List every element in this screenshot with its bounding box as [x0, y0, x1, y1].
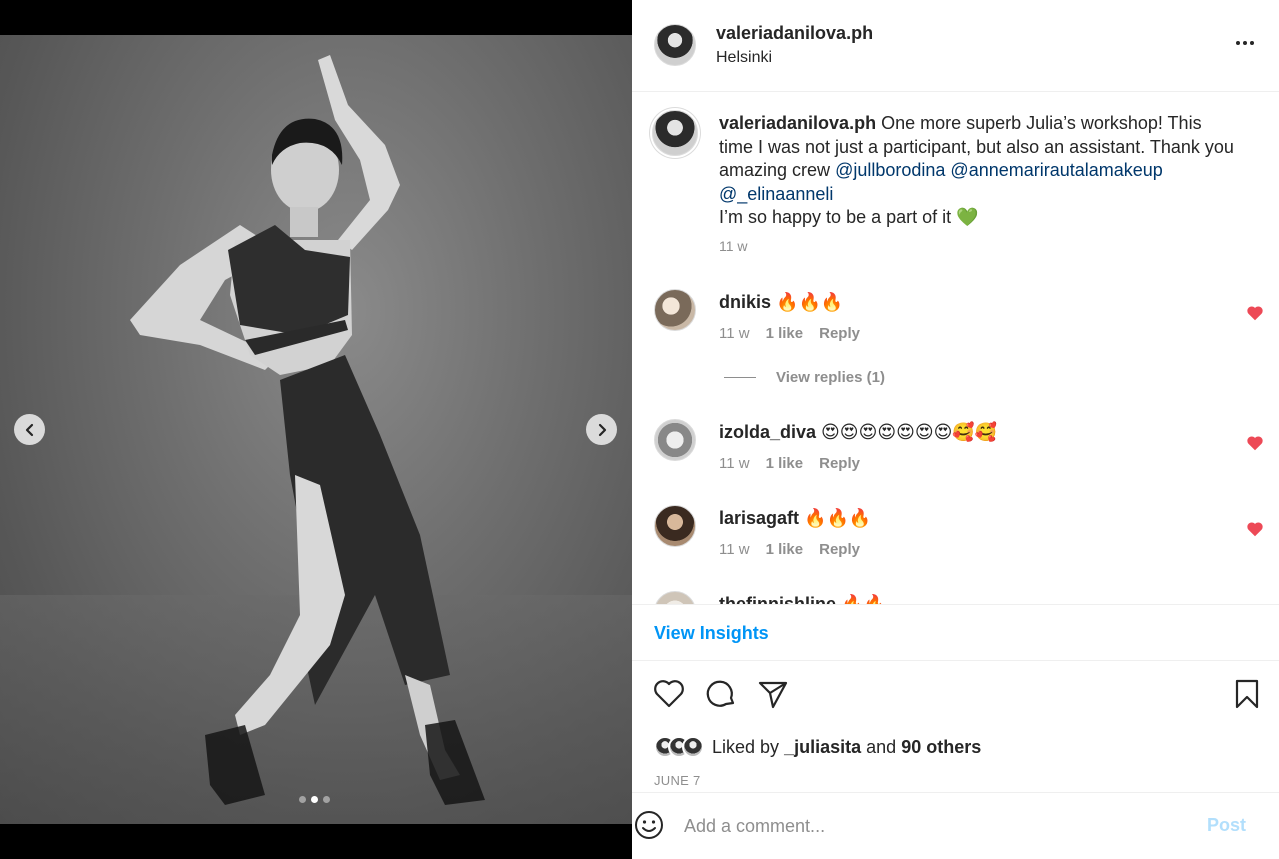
action-bar [632, 661, 1279, 729]
carousel-prev-button[interactable] [14, 414, 45, 445]
carousel-dot [299, 796, 306, 803]
liker-avatars [654, 736, 704, 758]
caption-text: valeriadanilova.ph One more superb Julia… [719, 112, 1239, 230]
comment-meta: 11 w 1 like Reply [719, 325, 860, 342]
view-insights-link[interactable]: View Insights [654, 623, 769, 644]
add-comment-bar: Post [632, 792, 1279, 859]
commenter-username[interactable]: izolda_diva [719, 422, 816, 442]
author-username[interactable]: valeriadanilova.ph [716, 23, 873, 44]
comment-text: 🔥🔥🔥 [804, 508, 872, 528]
comment-likes[interactable]: 1 like [766, 455, 804, 472]
mention-link[interactable]: @annemarirautalamakeup [950, 160, 1162, 180]
chevron-right-icon [598, 423, 606, 436]
comments-list[interactable]: valeriadanilova.ph One more superb Julia… [632, 92, 1279, 604]
comment-time[interactable]: 11 w [719, 455, 750, 472]
post-location[interactable]: Helsinki [716, 49, 772, 67]
mention-link[interactable]: @jullborodina [835, 160, 945, 180]
reply-button[interactable]: Reply [819, 541, 860, 558]
comment-item: thefinnishline 🔥🔥 [632, 591, 1279, 604]
carousel-dot [323, 796, 330, 803]
more-horizontal-icon [1236, 41, 1240, 45]
photo-figure [0, 55, 632, 824]
comment-likes[interactable]: 1 like [766, 325, 804, 342]
likes-others-link[interactable]: 90 others [901, 737, 981, 758]
media-panel [0, 0, 632, 859]
heart-outline-icon[interactable] [652, 677, 686, 711]
author-avatar[interactable] [654, 24, 696, 66]
view-replies-button[interactable]: View replies (1) [724, 369, 885, 386]
commenter-avatar[interactable] [654, 591, 696, 604]
reply-button[interactable]: Reply [819, 455, 860, 472]
likes-and: and [866, 736, 897, 757]
comment-icon[interactable] [704, 677, 738, 711]
insights-bar: View Insights [632, 604, 1279, 661]
commenter-avatar[interactable] [654, 505, 696, 547]
likes-summary: Liked by _juliasita and 90 others [654, 733, 981, 761]
commenter-username[interactable]: thefinnishline [719, 594, 836, 604]
comment-item: izolda_diva 😍😍😍😍😍😍😍🥰🥰 11 w 1 like Reply [632, 419, 1279, 489]
paper-plane-icon[interactable] [756, 677, 790, 711]
caption-timestamp[interactable]: 11 w [719, 238, 748, 254]
heart-filled-icon[interactable] [1246, 435, 1264, 451]
carousel-next-button[interactable] [586, 414, 617, 445]
post-date[interactable]: JUNE 7 [654, 773, 701, 788]
caption-username[interactable]: valeriadanilova.ph [719, 113, 876, 133]
commenter-username[interactable]: larisagaft [719, 508, 799, 528]
comment-item: dnikis 🔥🔥🔥 11 w 1 like Reply [632, 289, 1279, 359]
post-photo [0, 35, 632, 824]
comment-meta: 11 w 1 like Reply [719, 455, 860, 472]
commenter-username[interactable]: dnikis [719, 292, 771, 312]
liker-avatar [682, 736, 704, 758]
commenter-avatar[interactable] [654, 289, 696, 331]
caption-author-avatar[interactable] [652, 110, 698, 156]
comment-likes[interactable]: 1 like [766, 541, 804, 558]
post-header: valeriadanilova.ph Helsinki [632, 0, 1279, 92]
caption-body-2: I’m so happy to be a part of it 💚 [719, 207, 979, 227]
comment-item: larisagaft 🔥🔥🔥 11 w 1 like Reply [632, 505, 1279, 575]
likes-prefix: Liked by [712, 736, 780, 757]
reply-button[interactable]: Reply [819, 325, 860, 342]
chevron-left-icon [25, 423, 33, 436]
carousel-dot-active [311, 796, 318, 803]
carousel-indicator [299, 796, 330, 803]
comment-text: 🔥🔥 [841, 594, 886, 604]
comment-text: 😍😍😍😍😍😍😍🥰🥰 [821, 422, 998, 442]
comment-input[interactable] [684, 811, 1184, 841]
comment-time[interactable]: 11 w [719, 325, 750, 342]
post-comment-button[interactable]: Post [1207, 815, 1246, 836]
post-details-panel: valeriadanilova.ph Helsinki valeriadanil… [632, 0, 1279, 859]
more-options-button[interactable] [1232, 30, 1258, 56]
comment-time[interactable]: 11 w [719, 541, 750, 558]
liker-username[interactable]: _juliasita [784, 737, 861, 758]
heart-filled-icon[interactable] [1246, 521, 1264, 537]
mention-link[interactable]: @_elinaanneli [719, 184, 833, 204]
bookmark-icon[interactable] [1230, 677, 1264, 711]
comment-text: 🔥🔥🔥 [776, 292, 844, 312]
comment-meta: 11 w 1 like Reply [719, 541, 860, 558]
view-replies-label: View replies (1) [776, 369, 885, 386]
commenter-avatar[interactable] [654, 419, 696, 461]
heart-filled-icon[interactable] [1246, 305, 1264, 321]
divider-line [724, 377, 756, 378]
smiley-icon[interactable] [633, 809, 665, 841]
